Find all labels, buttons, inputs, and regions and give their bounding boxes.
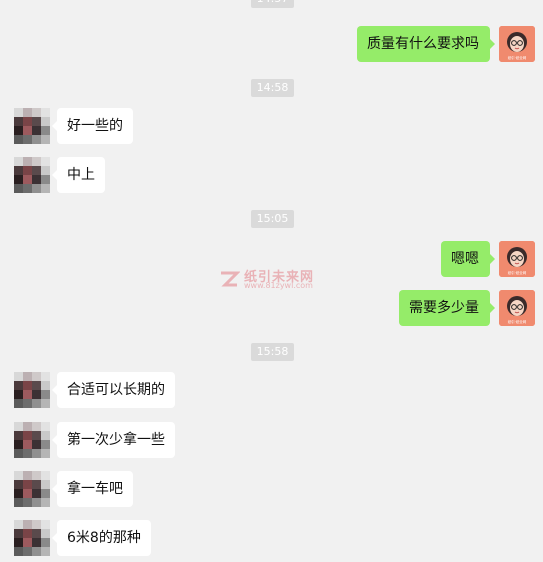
- avatar-caption: 纸引·纸业网: [508, 55, 527, 60]
- girl-avatar-icon: 纸引·纸业网: [499, 241, 535, 277]
- message-incoming: 中上: [0, 157, 543, 193]
- message-bubble[interactable]: 中上: [52, 157, 105, 193]
- watermark-url: www.81zywl.com: [244, 281, 313, 290]
- message-outgoing: 质量有什么要求吗 纸引·纸业网: [0, 26, 543, 62]
- contact-avatar[interactable]: [14, 157, 50, 193]
- contact-avatar[interactable]: [14, 520, 50, 556]
- contact-avatar[interactable]: [14, 108, 50, 144]
- self-avatar[interactable]: 纸引·纸业网: [499, 290, 535, 326]
- timestamp: 15:58: [251, 343, 294, 361]
- avatar-caption: 纸引·纸业网: [508, 319, 527, 324]
- message-bubble[interactable]: 拿一车吧: [52, 471, 133, 507]
- message-bubble[interactable]: 需要多少量: [399, 290, 495, 326]
- message-bubble[interactable]: 好一些的: [52, 108, 133, 144]
- message-incoming: 合适可以长期的: [0, 372, 543, 408]
- girl-avatar-icon: 纸引·纸业网: [499, 26, 535, 62]
- message-bubble[interactable]: 合适可以长期的: [52, 372, 175, 408]
- contact-avatar[interactable]: [14, 471, 50, 507]
- message-bubble[interactable]: 质量有什么要求吗: [357, 26, 495, 62]
- girl-avatar-icon: 纸引·纸业网: [499, 290, 535, 326]
- timestamp: 14:57: [251, 0, 294, 8]
- message-outgoing: 嗯嗯 纸引·纸业网: [0, 241, 543, 277]
- message-incoming: 6米8的那种: [0, 520, 543, 556]
- self-avatar[interactable]: 纸引·纸业网: [499, 241, 535, 277]
- message-outgoing: 需要多少量 纸引·纸业网: [0, 290, 543, 326]
- message-bubble[interactable]: 嗯嗯: [441, 241, 495, 277]
- self-avatar[interactable]: 纸引·纸业网: [499, 26, 535, 62]
- chat-window: 14:57 质量有什么要求吗 纸引·纸业网 14:58 好一些的: [0, 0, 543, 562]
- message-incoming: 好一些的: [0, 108, 543, 144]
- message-bubble[interactable]: 6米8的那种: [52, 520, 151, 556]
- avatar-caption: 纸引·纸业网: [508, 270, 527, 275]
- contact-avatar[interactable]: [14, 422, 50, 458]
- message-incoming: 第一次少拿一些: [0, 422, 543, 458]
- message-incoming: 拿一车吧: [0, 471, 543, 507]
- timestamp: 15:05: [251, 210, 294, 228]
- message-bubble[interactable]: 第一次少拿一些: [52, 422, 175, 458]
- contact-avatar[interactable]: [14, 372, 50, 408]
- timestamp: 14:58: [251, 79, 294, 97]
